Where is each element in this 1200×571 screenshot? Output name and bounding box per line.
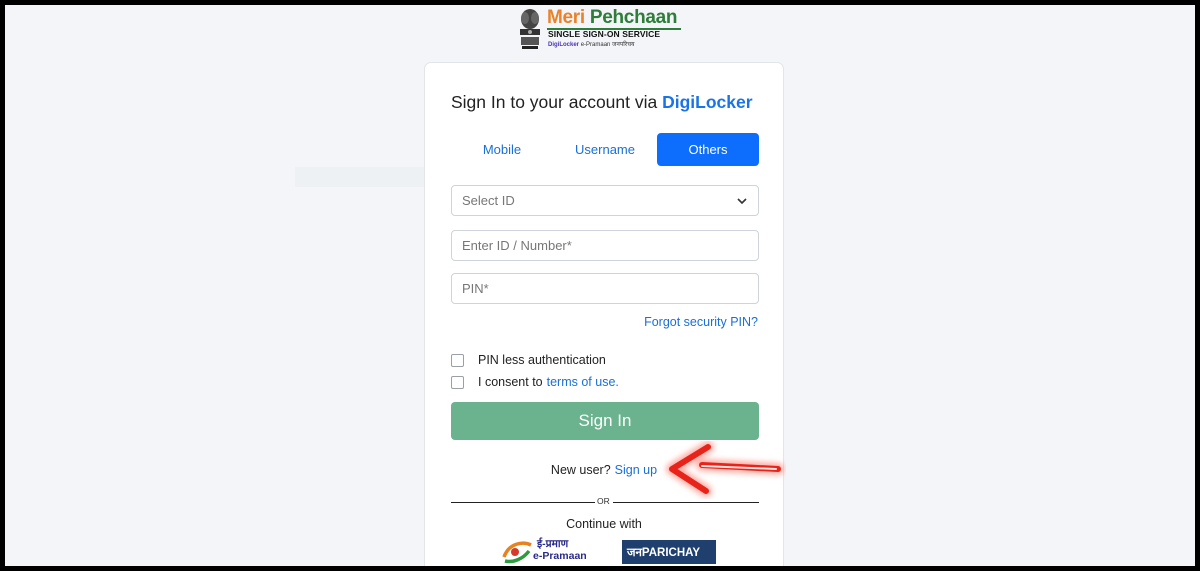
brand-title: Meri Pehchaan <box>547 7 678 28</box>
tab-username[interactable]: Username <box>554 133 656 166</box>
partner-epramaan: e-Pramaan <box>580 42 611 48</box>
tab-others[interactable]: Others <box>657 133 759 166</box>
consent-row: I consent to terms of use. <box>451 374 619 390</box>
national-emblem-icon <box>520 9 540 49</box>
divider-line-left <box>451 502 595 503</box>
signin-button[interactable]: Sign In <box>451 402 759 440</box>
epramaan-english: e-Pramaan <box>533 550 587 562</box>
brand-partners: DigiLocker e-Pramaan जनपरिचय <box>548 40 635 48</box>
background-ghost-element <box>295 167 445 187</box>
epramaan-hindi: ई-प्रमाण <box>537 538 569 550</box>
signin-card: Sign In to your account via DigiLocker M… <box>424 62 784 566</box>
pinless-checkbox[interactable] <box>451 353 464 367</box>
card-title: Sign In to your account via DigiLocker <box>451 92 753 112</box>
brand-subtitle: SINGLE SIGN-ON SERVICE <box>548 29 661 39</box>
or-text: OR <box>597 496 610 506</box>
chevron-down-icon <box>737 197 747 204</box>
select-id-value: Select ID <box>462 193 515 208</box>
terms-of-use-link[interactable]: terms of use. <box>547 375 619 389</box>
forgot-pin-link[interactable]: Forgot security PIN? <box>644 315 758 329</box>
pinless-label: PIN less authentication <box>478 353 606 367</box>
pinless-row: PIN less authentication <box>451 352 606 368</box>
meri-pehchaan-logo: Meri Pehchaan SINGLE SIGN-ON SERVICE Dig… <box>517 7 687 55</box>
or-divider: OR <box>451 496 759 508</box>
page-frame: Meri Pehchaan SINGLE SIGN-ON SERVICE Dig… <box>5 5 1195 566</box>
select-id-dropdown[interactable]: Select ID <box>451 185 759 216</box>
digilocker-brand: DigiLocker <box>662 92 753 112</box>
pin-input[interactable] <box>451 273 759 304</box>
id-number-input[interactable] <box>451 230 759 261</box>
signin-tabs: Mobile Username Others <box>451 133 759 166</box>
partner-janparichay: जनपरिचय <box>612 42 635 48</box>
consent-checkbox[interactable] <box>451 375 464 389</box>
continue-with-label: Continue with <box>566 517 642 531</box>
tab-mobile[interactable]: Mobile <box>451 133 553 166</box>
consent-label: I consent to <box>478 375 543 389</box>
epramaan-logo-icon <box>502 541 532 564</box>
epramaan-button[interactable]: ई-प्रमाण e-Pramaan <box>501 537 593 565</box>
new-user-row: New user? Sign up <box>550 463 658 477</box>
divider-line-right <box>613 502 759 503</box>
janparichay-button[interactable]: जनPARICHAY <box>622 540 716 564</box>
partner-digilocker: DigiLocker <box>548 42 580 48</box>
signup-link[interactable]: Sign up <box>615 463 657 477</box>
